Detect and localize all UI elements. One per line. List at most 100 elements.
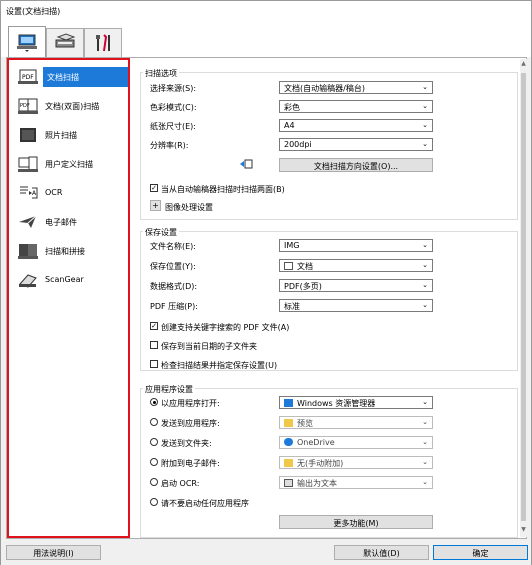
start-ocr-radio[interactable] xyxy=(150,478,158,486)
chevron-down-icon: ⌄ xyxy=(422,281,428,289)
folder-icon xyxy=(284,459,293,467)
sidebar-item-email[interactable]: 电子邮件 xyxy=(11,209,128,235)
send-to-folder-radio[interactable] xyxy=(150,438,158,446)
sidebar-item-label: 电子邮件 xyxy=(45,218,77,227)
scangear-icon xyxy=(19,274,37,288)
check-results-checkbox[interactable] xyxy=(150,360,158,368)
title-bar: 设置(文档扫描) xyxy=(1,1,531,23)
svg-text:A: A xyxy=(32,190,37,197)
explorer-icon xyxy=(284,399,293,407)
save-location-select[interactable]: 文档 ⌄ xyxy=(279,259,433,272)
open-with-app-select[interactable]: Windows 资源管理器 ⌄ xyxy=(279,396,433,409)
chevron-down-icon: ⌄ xyxy=(422,121,428,129)
chevron-down-icon: ⌄ xyxy=(422,438,428,446)
pdf-compression-label: PDF 压缩(P): xyxy=(150,302,198,311)
attach-email-radio[interactable] xyxy=(150,458,158,466)
settings-window: 设置(文档扫描) PDF 文档扫描 PDF 文档(双面)扫描 照片扫描 用户定义… xyxy=(0,0,532,565)
save-settings-title: 保存设置 xyxy=(143,227,179,238)
chevron-down-icon: ⌄ xyxy=(422,102,428,110)
pdf-compression-select[interactable]: 标准 ⌄ xyxy=(279,299,433,312)
svg-text:PDF: PDF xyxy=(22,74,34,81)
data-format-label: 数据格式(D): xyxy=(150,282,198,291)
chevron-down-icon: ⌄ xyxy=(422,398,428,406)
help-button[interactable]: 用法说明(I) xyxy=(6,545,101,560)
duplex-scan-icon: PDF xyxy=(18,98,38,114)
tab-scanner[interactable] xyxy=(46,28,84,57)
sidebar-item-document-scan[interactable]: PDF 文档扫描 xyxy=(11,64,128,90)
chevron-down-icon: ⌄ xyxy=(422,241,428,249)
chevron-down-icon: ⌄ xyxy=(422,458,428,466)
sidebar-item-photo-scan[interactable]: 照片扫描 xyxy=(11,122,128,148)
computer-scan-icon xyxy=(17,34,37,52)
open-with-app-radio[interactable] xyxy=(150,398,158,406)
file-name-label: 文件名称(E): xyxy=(150,242,196,251)
chevron-down-icon: ⌄ xyxy=(422,83,428,91)
sidebar-item-label: 照片扫描 xyxy=(45,131,77,140)
document-scan-icon: PDF xyxy=(18,69,38,84)
check-results-label: 检查扫描结果并指定保存设置(U) xyxy=(161,361,278,370)
sidebar-item-stitch[interactable]: 扫描和拼接 xyxy=(11,238,128,264)
no-app-radio[interactable] xyxy=(150,498,158,506)
resolution-label: 分辨率(R): xyxy=(150,141,189,150)
no-app-label: 请不要启动任何应用程序 xyxy=(161,499,249,508)
chevron-down-icon: ⌄ xyxy=(422,140,428,148)
subfolder-checkbox[interactable] xyxy=(150,341,158,349)
both-sides-label: 当从自动输稿器扫描时扫描两面(B) xyxy=(161,185,285,194)
photo-scan-icon xyxy=(20,128,36,142)
stitch-icon xyxy=(18,244,38,259)
more-functions-button[interactable]: 更多功能(M) xyxy=(279,515,433,529)
expand-image-processing-button[interactable]: + xyxy=(150,200,161,211)
sidebar-item-ocr[interactable]: A OCR xyxy=(11,180,128,206)
resolution-select[interactable]: 200dpi ⌄ xyxy=(279,138,433,151)
keyword-pdf-label: 创建支持关键字搜索的 PDF 文件(A) xyxy=(161,323,290,332)
attach-email-select[interactable]: 无(手动附加) ⌄ xyxy=(279,456,433,469)
both-sides-checkbox[interactable]: ✓ xyxy=(150,184,158,192)
keyword-pdf-checkbox[interactable]: ✓ xyxy=(150,322,158,330)
sidebar: PDF 文档扫描 PDF 文档(双面)扫描 照片扫描 用户定义扫描 A OCR … xyxy=(7,58,130,538)
folder-icon xyxy=(284,419,293,427)
paper-size-label: 纸张尺寸(E): xyxy=(150,122,196,131)
paper-size-select[interactable]: A4 ⌄ xyxy=(279,119,433,132)
sidebar-item-scangear[interactable]: ScanGear xyxy=(11,267,128,293)
send-to-folder-label: 发送到文件夹: xyxy=(161,439,212,448)
email-icon xyxy=(19,215,37,228)
color-mode-select[interactable]: 彩色 ⌄ xyxy=(279,100,433,113)
sidebar-item-custom-scan[interactable]: 用户定义扫描 xyxy=(11,151,128,177)
attach-email-label: 附加到电子邮件: xyxy=(161,459,220,468)
sidebar-item-label: OCR xyxy=(45,188,63,197)
text-output-icon xyxy=(284,479,293,487)
sidebar-item-label: 文档(双面)扫描 xyxy=(45,102,100,111)
defaults-button[interactable]: 默认值(D) xyxy=(334,545,429,560)
data-format-select[interactable]: PDF(多页) ⌄ xyxy=(279,279,433,292)
sidebar-item-label: ScanGear xyxy=(45,275,84,284)
tab-tools[interactable] xyxy=(84,28,122,57)
ocr-icon: A xyxy=(20,186,38,199)
send-to-app-select[interactable]: 预览 ⌄ xyxy=(279,416,433,429)
save-location-label: 保存位置(Y): xyxy=(150,262,196,271)
color-mode-label: 色彩模式(C): xyxy=(150,103,197,112)
tab-bar xyxy=(1,23,531,58)
file-name-select[interactable]: IMG ⌄ xyxy=(279,239,433,252)
subfolder-label: 保存到当前日期的子文件夹 xyxy=(161,342,257,351)
sidebar-item-duplex-scan[interactable]: PDF 文档(双面)扫描 xyxy=(11,93,128,119)
orientation-settings-button[interactable]: 文档扫描方向设置(O)... xyxy=(279,158,433,172)
scrollbar-thumb[interactable] xyxy=(521,73,526,521)
ok-button[interactable]: 确定 xyxy=(433,545,528,560)
settings-panel: 扫描选项 选择来源(S): 文档(自动输稿器/稿台) ⌄ 色彩模式(C): 彩色 ⌄… xyxy=(134,58,521,538)
window-title: 设置(文档扫描) xyxy=(6,7,61,16)
source-select[interactable]: 文档(自动输稿器/稿台) ⌄ xyxy=(279,81,433,94)
sidebar-item-label: 用户定义扫描 xyxy=(45,160,93,169)
open-with-app-label: 以应用程序打开: xyxy=(161,399,220,408)
document-folder-icon xyxy=(284,262,293,270)
scanner-icon xyxy=(55,33,76,48)
scroll-up-icon[interactable]: ▲ xyxy=(520,60,527,70)
chevron-down-icon: ⌄ xyxy=(422,478,428,486)
send-to-folder-select[interactable]: OneDrive ⌄ xyxy=(279,436,433,449)
send-to-app-radio[interactable] xyxy=(150,418,158,426)
start-ocr-label: 启动 OCR: xyxy=(161,479,200,488)
vertical-scrollbar[interactable]: ▲ ▼ xyxy=(520,59,527,537)
tools-icon xyxy=(96,34,110,52)
start-ocr-select[interactable]: 输出为文本 ⌄ xyxy=(279,476,433,489)
tab-computer-scan[interactable] xyxy=(8,26,46,58)
scroll-down-icon[interactable]: ▼ xyxy=(520,526,527,536)
